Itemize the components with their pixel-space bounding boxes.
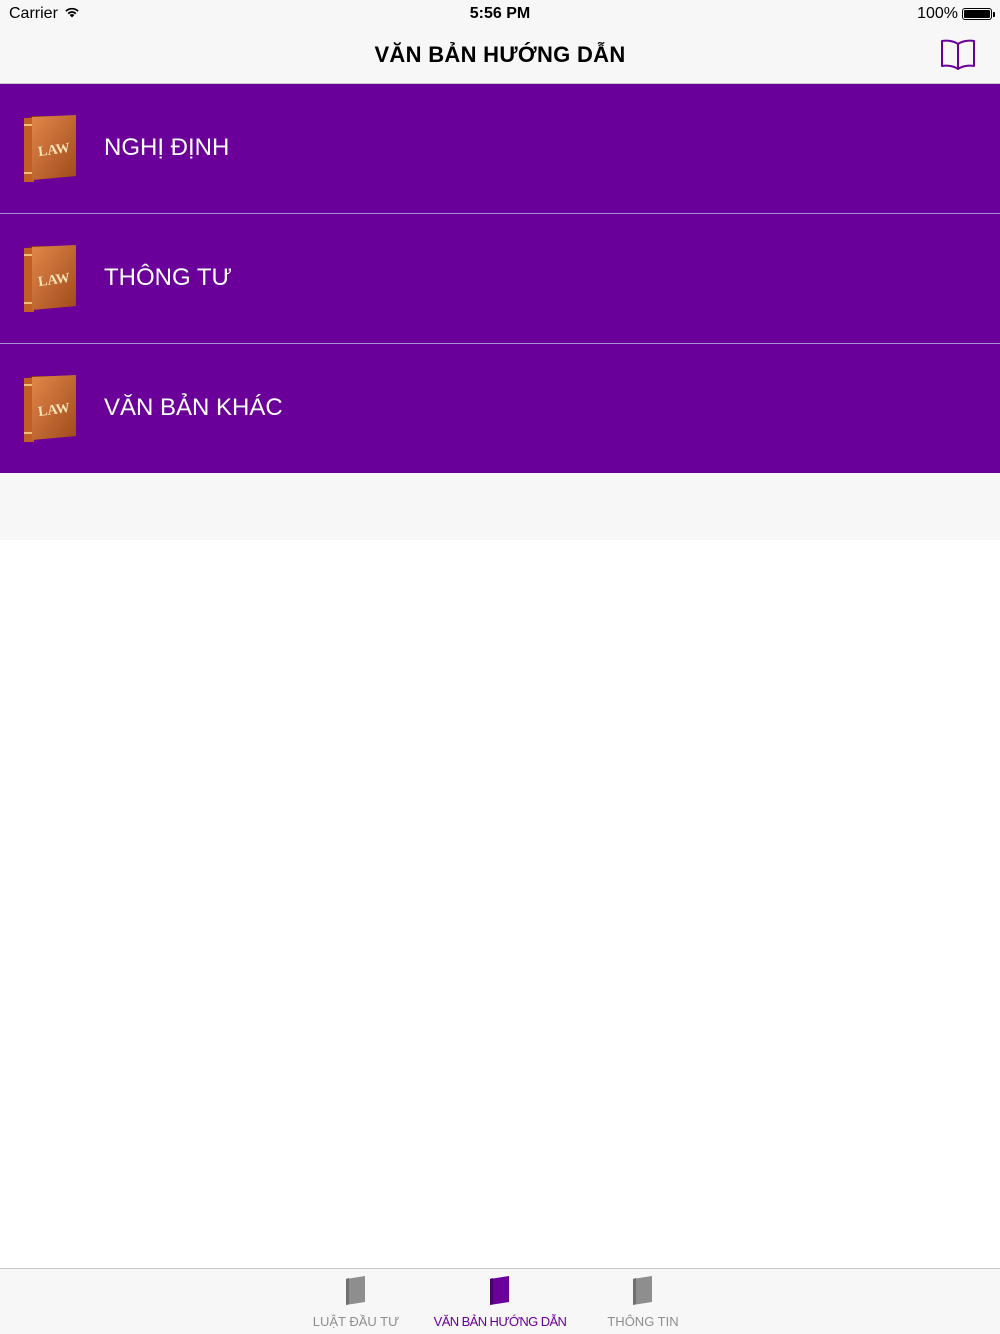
list-item-label: NGHỊ ĐỊNH <box>104 134 230 161</box>
tab-luat-dau-tu[interactable]: LUẬT ĐẦU TƯ <box>286 1269 426 1334</box>
page-title: VĂN BẢN HƯỚNG DẪN <box>374 42 626 67</box>
battery-fill <box>964 10 990 18</box>
book-icon <box>490 1276 509 1305</box>
app-screen: Carrier 5:56 PM 100% VĂN BẢN HƯỚNG DẪN L… <box>0 0 1000 1334</box>
list-footer <box>0 473 1000 540</box>
tab-label: THÔNG TIN <box>607 1314 679 1329</box>
tab-label: LUẬT ĐẦU TƯ <box>312 1314 400 1329</box>
law-book-icon: LAW <box>24 375 76 442</box>
navigation-bar: VĂN BẢN HƯỚNG DẪN <box>0 28 1000 84</box>
list-item-van-ban-khac[interactable]: LAW VĂN BẢN KHÁC <box>0 344 1000 474</box>
tab-van-ban-huong-dan[interactable]: VĂN BẢN HƯỚNG DẪN <box>430 1269 570 1334</box>
book-icon <box>633 1276 652 1305</box>
tab-bar: LUẬT ĐẦU TƯ VĂN BẢN HƯỚNG DẪN THÔNG TIN <box>0 1268 1000 1334</box>
open-book-button[interactable] <box>940 38 976 72</box>
list-item-label: VĂN BẢN KHÁC <box>104 394 283 421</box>
battery-nub <box>993 12 995 17</box>
document-category-list: LAW NGHỊ ĐỊNH LAW THÔNG TƯ LAW VĂN BẢN K… <box>0 84 1000 474</box>
status-time: 5:56 PM <box>469 5 531 22</box>
tab-label: VĂN BẢN HƯỚNG DẪN <box>433 1314 567 1329</box>
open-book-icon <box>941 39 975 70</box>
battery-icon <box>962 8 995 20</box>
list-item-thong-tu[interactable]: LAW THÔNG TƯ <box>0 214 1000 344</box>
status-right: 100% <box>917 5 995 23</box>
list-item-label: THÔNG TƯ <box>104 264 233 291</box>
list-item-nghi-dinh[interactable]: LAW NGHỊ ĐỊNH <box>0 84 1000 214</box>
law-book-icon: LAW <box>24 245 76 312</box>
battery-percent: 100% <box>917 5 958 22</box>
status-bar: Carrier 5:56 PM 100% <box>0 0 1000 28</box>
book-icon <box>346 1276 365 1305</box>
law-book-icon: LAW <box>24 115 76 182</box>
tab-thong-tin[interactable]: THÔNG TIN <box>573 1269 713 1334</box>
